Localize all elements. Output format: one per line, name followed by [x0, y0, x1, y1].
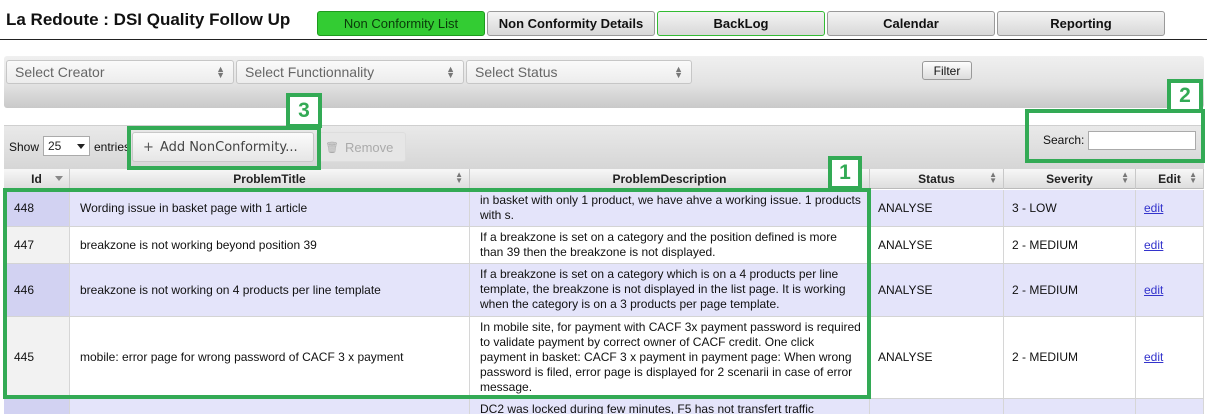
add-nonconformity-button[interactable]: + Add NonConformity... — [132, 132, 314, 162]
annotation-label-3: 3 — [286, 93, 322, 128]
creator-select[interactable]: Select Creator ▲ ▼ — [6, 60, 234, 84]
sort-desc-icon — [55, 176, 63, 181]
column-header-title[interactable]: ProblemTitle ▲ ▼ — [70, 169, 470, 189]
sort-icon: ▲▼ — [989, 170, 997, 185]
cell-description: If a breakzone is set on a category whic… — [470, 264, 870, 316]
table-header: Id ProblemTitle ▲▼ ProblemDescription ▲▼… — [4, 169, 1204, 189]
cell-title: Wording issue in basket page with 1 arti… — [70, 190, 470, 226]
search-label: Search: — [1043, 133, 1085, 147]
page-size-select[interactable]: 25 — [43, 136, 90, 156]
plus-icon: + — [143, 139, 154, 155]
column-header-id-label: Id — [31, 172, 42, 186]
edit-link[interactable]: edit — [1144, 201, 1163, 216]
column-header-severity[interactable]: Severity ▲ ▼ — [1004, 169, 1136, 189]
trash-icon: 🗑 — [325, 141, 339, 154]
annotation-label-1: 1 — [828, 156, 862, 190]
cell-severity: 2 - MEDIUM — [1004, 317, 1136, 398]
tab-non-conformity-list[interactable]: Non Conformity List — [317, 11, 485, 36]
cell-description: in basket with only 1 product, we have a… — [470, 190, 870, 226]
filter-button[interactable]: Filter — [922, 61, 972, 80]
column-header-severity-label: Severity — [1046, 172, 1093, 186]
app-header: La Redoute : DSI Quality Follow Up Non C… — [0, 0, 1207, 40]
table-row[interactable]: 448 Wording issue in basket page with 1 … — [4, 190, 1204, 227]
select-arrows-icon: ▲ ▼ — [216, 64, 225, 80]
cell-status: ANALYSE — [870, 264, 1004, 316]
cell-id: 445 — [4, 317, 70, 398]
tab-calendar[interactable]: Calendar — [827, 11, 995, 36]
table-row[interactable]: DC2 was locked during few minutes, F5 ha… — [4, 399, 1204, 414]
chevron-down-icon — [77, 144, 85, 149]
cell-id: 447 — [4, 227, 70, 263]
column-header-description-label: ProblemDescription — [612, 172, 727, 186]
cell-description: If a breakzone is set on a category and … — [470, 227, 870, 263]
functionality-select[interactable]: Select Functionnality ▲ ▼ — [236, 60, 464, 84]
cell-severity: 2 - MEDIUM — [1004, 227, 1136, 263]
cell-id — [4, 399, 70, 414]
cell-edit: edit — [1136, 264, 1204, 316]
column-header-edit-label: Edit — [1158, 172, 1181, 186]
functionality-select-value: Select Functionnality — [245, 64, 375, 80]
cell-title: mobile: error page for wrong password of… — [70, 317, 470, 398]
app-title: La Redoute : DSI Quality Follow Up — [6, 10, 291, 29]
cell-status: ANALYSE — [870, 317, 1004, 398]
table-row[interactable]: 445 mobile: error page for wrong passwor… — [4, 317, 1204, 399]
tab-non-conformity-details[interactable]: Non Conformity Details — [487, 11, 655, 36]
annotation-label-2: 2 — [1167, 79, 1203, 113]
select-arrows-icon: ▲ ▼ — [674, 64, 683, 80]
cell-id: 448 — [4, 190, 70, 226]
creator-select-value: Select Creator — [15, 64, 105, 80]
status-select[interactable]: Select Status ▲ ▼ — [466, 60, 692, 84]
cell-description: DC2 was locked during few minutes, F5 ha… — [470, 399, 870, 414]
edit-link[interactable]: edit — [1144, 283, 1163, 298]
search-input[interactable] — [1088, 131, 1196, 150]
add-nonconformity-label: Add NonConformity... — [159, 139, 298, 155]
column-header-edit[interactable]: Edit ▲ ▼ — [1136, 169, 1204, 189]
remove-button[interactable]: 🗑 Remove — [316, 132, 406, 162]
entries-label: entries — [94, 140, 128, 154]
table-row[interactable]: 446 breakzone is not working on 4 produc… — [4, 264, 1204, 317]
cell-edit: edit — [1136, 317, 1204, 398]
filter-bar: Select Creator ▲ ▼ Select Functionnality … — [4, 56, 1204, 108]
cell-status: ANALYSE — [870, 227, 1004, 263]
show-label: Show — [9, 140, 40, 154]
tab-reporting[interactable]: Reporting — [997, 11, 1165, 36]
status-select-value: Select Status — [475, 64, 558, 80]
table-row[interactable]: 447 breakzone is not working beyond posi… — [4, 227, 1204, 264]
cell-description: In mobile site, for payment with CACF 3x… — [470, 317, 870, 398]
cell-severity: 3 - LOW — [1004, 190, 1136, 226]
column-header-status-label: Status — [918, 172, 955, 186]
sort-icon: ▲▼ — [1189, 170, 1197, 185]
column-header-title-label: ProblemTitle — [233, 172, 306, 186]
tab-backlog[interactable]: BackLog — [657, 11, 825, 36]
remove-label: Remove — [344, 139, 394, 155]
cell-id: 446 — [4, 264, 70, 316]
sort-icon: ▲▼ — [455, 170, 463, 185]
cell-title: breakzone is not working beyond position… — [70, 227, 470, 263]
cell-edit: edit — [1136, 190, 1204, 226]
cell-title: breakzone is not working on 4 products p… — [70, 264, 470, 316]
edit-link[interactable]: edit — [1144, 350, 1163, 365]
cell-status: ANALYSE — [870, 190, 1004, 226]
column-header-description[interactable]: ProblemDescription ▲▼ — [470, 169, 870, 189]
cell-status — [870, 399, 1004, 414]
edit-link[interactable]: edit — [1144, 238, 1163, 253]
cell-severity — [1004, 399, 1136, 414]
page-size-value: 25 — [48, 139, 62, 153]
column-header-status[interactable]: Status ▲ ▼ — [870, 169, 1004, 189]
cell-edit — [1136, 399, 1204, 414]
cell-title — [70, 399, 470, 414]
cell-severity: 2 - MEDIUM — [1004, 264, 1136, 316]
select-arrows-icon: ▲ ▼ — [446, 64, 455, 80]
column-header-id[interactable]: Id — [4, 169, 70, 189]
cell-edit: edit — [1136, 227, 1204, 263]
sort-icon: ▲▼ — [1121, 170, 1129, 185]
